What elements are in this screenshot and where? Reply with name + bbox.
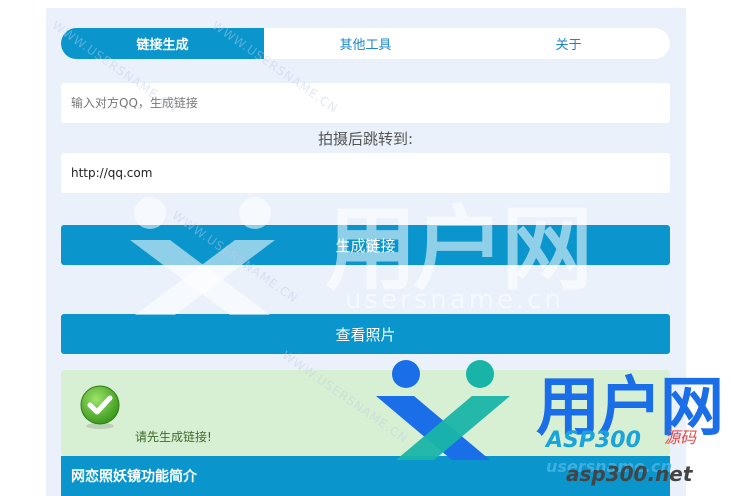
status-box: 请先生成链接! xyxy=(61,370,670,456)
check-icon xyxy=(80,385,120,429)
view-photos-button[interactable]: 查看照片 xyxy=(61,314,670,354)
qq-input[interactable] xyxy=(61,83,670,123)
intro-header: 网恋照妖镜功能简介 xyxy=(61,456,670,496)
main-panel: 链接生成 其他工具 关于 拍摄后跳转到: 生成链接 查看照片 请先生成链接! 网… xyxy=(46,8,686,496)
status-text: 请先生成链接! xyxy=(135,430,212,444)
tab-about[interactable]: 关于 xyxy=(467,28,670,59)
tab-other-tools[interactable]: 其他工具 xyxy=(264,28,467,59)
generate-link-button[interactable]: 生成链接 xyxy=(61,225,670,265)
jump-label: 拍摄后跳转到: xyxy=(317,130,414,148)
tab-bar: 链接生成 其他工具 关于 xyxy=(61,28,670,59)
redirect-url-input[interactable] xyxy=(61,153,670,193)
tab-link-generate[interactable]: 链接生成 xyxy=(61,28,264,59)
